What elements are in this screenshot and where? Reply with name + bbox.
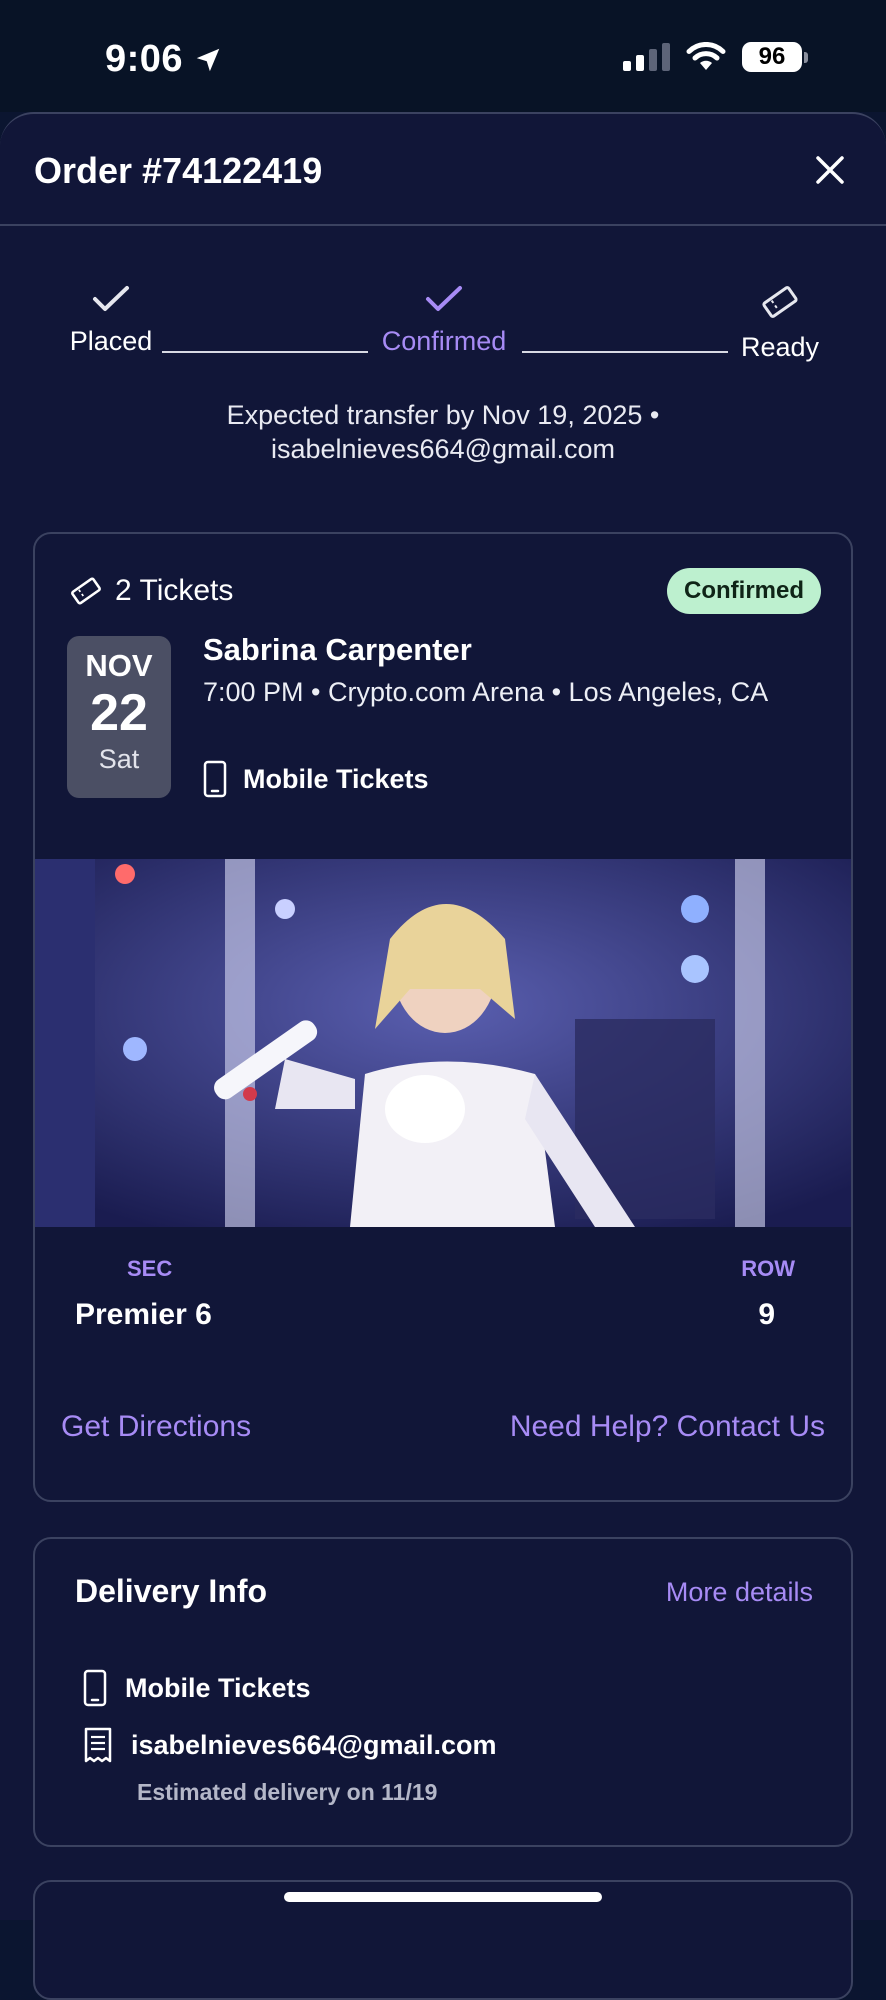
status-time: 9:06 <box>105 38 223 81</box>
close-icon[interactable] <box>814 154 846 186</box>
delivery-info-title: Delivery Info <box>75 1573 268 1609</box>
expected-transfer: Expected transfer by Nov 19, 2025 • isab… <box>0 398 886 466</box>
expected-transfer-date: Expected transfer by Nov 19, 2025 • <box>226 400 660 430</box>
step-placed-label: Placed <box>69 326 153 356</box>
ticket-type: Mobile Tickets <box>203 760 429 798</box>
home-indicator[interactable] <box>284 1892 602 1902</box>
cellular-signal-icon <box>623 43 670 71</box>
order-title: Order #74122419 <box>34 150 323 191</box>
row-label: ROW <box>741 1256 795 1281</box>
wifi-icon <box>686 42 726 70</box>
ticket-icon <box>71 577 101 605</box>
phone-icon <box>83 1669 107 1707</box>
receipt-icon <box>84 1727 112 1763</box>
sec-label: SEC <box>127 1256 173 1281</box>
delivery-email-label: isabelnieves664@gmail.com <box>131 1729 497 1760</box>
time-text: 9:06 <box>105 38 184 80</box>
ticket-card: 2 Tickets Confirmed NOV 22 Sat Sabrina C… <box>33 532 853 1502</box>
ticket-count: 2 Tickets <box>69 574 233 608</box>
event-day: 22 <box>90 684 148 742</box>
battery-level: 96 <box>742 42 802 72</box>
row-value: 9 <box>758 1298 775 1331</box>
expected-transfer-email: isabelnieves664@gmail.com <box>270 434 616 464</box>
step-placed: Placed <box>52 284 170 357</box>
delivery-method: Mobile Tickets <box>83 1669 311 1707</box>
delivery-email: isabelnieves664@gmail.com <box>83 1727 497 1763</box>
contact-us-link[interactable]: Need Help? Contact Us <box>510 1410 825 1444</box>
event-name: Sabrina Carpenter <box>203 632 472 667</box>
delivery-info-card: Delivery Info More details Mobile Ticket… <box>33 1537 853 1847</box>
status-bar: 9:06 96 <box>0 0 886 112</box>
ticket-count-label: 2 Tickets <box>115 574 234 607</box>
battery-icon: 96 <box>742 42 808 72</box>
step-ready-label: Ready <box>740 332 820 362</box>
phone-icon <box>203 760 227 798</box>
step-confirmed-label: Confirmed <box>381 326 507 356</box>
checkmark-icon <box>426 286 462 311</box>
checkmark-icon <box>93 286 129 311</box>
progress-line <box>522 351 728 353</box>
status-badge: Confirmed <box>667 568 821 614</box>
ticket-icon <box>762 286 798 318</box>
step-confirmed: Confirmed <box>368 284 520 357</box>
event-weekday: Sat <box>98 744 140 774</box>
sheet-header: Order #74122419 <box>0 114 886 226</box>
more-details-link[interactable]: More details <box>666 1577 813 1608</box>
get-directions-link[interactable]: Get Directions <box>61 1410 251 1444</box>
location-arrow-icon <box>196 48 220 71</box>
performer-image <box>35 859 851 1227</box>
event-date: NOV 22 Sat <box>67 636 171 798</box>
event-month: NOV <box>85 648 153 683</box>
ticket-type-label: Mobile Tickets <box>243 763 429 794</box>
sec-value: Premier 6 <box>75 1298 212 1331</box>
progress-line <box>162 351 368 353</box>
event-photo <box>35 859 851 1227</box>
step-ready: Ready <box>730 284 830 363</box>
delivery-estimate: Estimated delivery on 11/19 <box>137 1779 438 1805</box>
delivery-method-label: Mobile Tickets <box>125 1672 311 1703</box>
event-meta: 7:00 PM • Crypto.com Arena • Los Angeles… <box>203 677 769 707</box>
